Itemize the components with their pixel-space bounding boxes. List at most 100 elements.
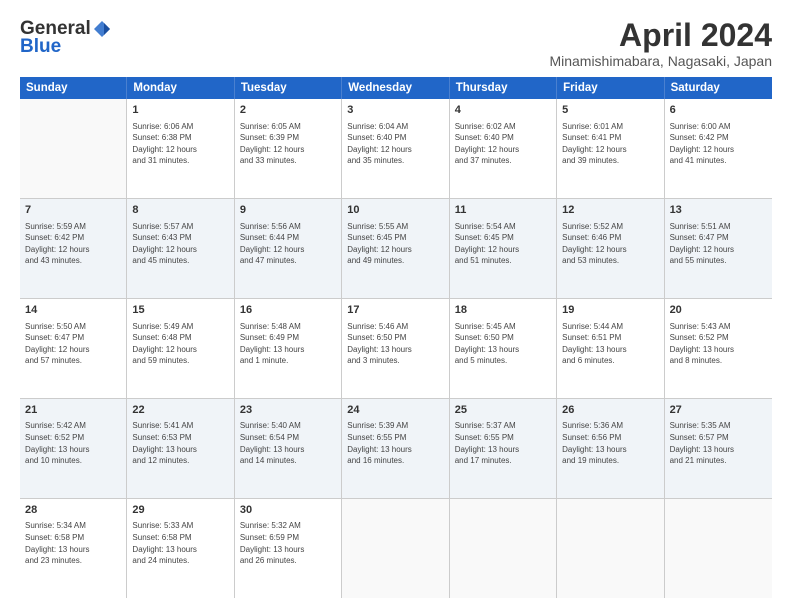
- calendar-row-4: 21Sunrise: 5:42 AMSunset: 6:52 PMDayligh…: [20, 399, 772, 499]
- calendar-cell: 4 Sunrise: 6:02 AMSunset: 6:40 PMDaylight…: [450, 99, 557, 198]
- day-info: Sunrise: 5:44 AMSunset: 6:51 PMDaylight:…: [562, 321, 658, 367]
- calendar-cell: 18 Sunrise: 5:45 AMSunset: 6:50 PMDayligh…: [450, 299, 557, 398]
- calendar-cell: 19 Sunrise: 5:44 AMSunset: 6:51 PMDayligh…: [557, 299, 664, 398]
- col-thursday: Thursday: [450, 77, 557, 99]
- calendar-cell: [20, 99, 127, 198]
- day-number: 28: [25, 503, 121, 518]
- day-number: 27: [670, 403, 767, 418]
- day-number: 13: [670, 203, 767, 218]
- calendar-cell: 30Sunrise: 5:32 AMSunset: 6:59 PMDayligh…: [235, 499, 342, 598]
- col-monday: Monday: [127, 77, 234, 99]
- calendar-cell: 21Sunrise: 5:42 AMSunset: 6:52 PMDayligh…: [20, 399, 127, 498]
- page-subtitle: Minamishimabara, Nagasaki, Japan: [549, 53, 772, 69]
- calendar-cell: 24 Sunrise: 5:39 AMSunset: 6:55 PMDayligh…: [342, 399, 449, 498]
- day-info: Sunrise: 6:06 AMSunset: 6:38 PMDaylight:…: [132, 121, 228, 167]
- calendar-row-2: 7 Sunrise: 5:59 AMSunset: 6:42 PMDaylight…: [20, 199, 772, 299]
- day-info: Sunrise: 5:51 AMSunset: 6:47 PMDaylight:…: [670, 221, 767, 267]
- day-number: 29: [132, 503, 228, 518]
- calendar-cell: 14Sunrise: 5:50 AMSunset: 6:47 PMDayligh…: [20, 299, 127, 398]
- day-number: 17: [347, 303, 443, 318]
- calendar-cell: 26 Sunrise: 5:36 AMSunset: 6:56 PMDayligh…: [557, 399, 664, 498]
- calendar-cell: 13 Sunrise: 5:51 AMSunset: 6:47 PMDayligh…: [665, 199, 772, 298]
- calendar-cell: 12 Sunrise: 5:52 AMSunset: 6:46 PMDayligh…: [557, 199, 664, 298]
- day-number: 18: [455, 303, 551, 318]
- day-number: 26: [562, 403, 658, 418]
- calendar-cell: 9 Sunrise: 5:56 AMSunset: 6:44 PMDaylight…: [235, 199, 342, 298]
- calendar-cell: 25 Sunrise: 5:37 AMSunset: 6:55 PMDayligh…: [450, 399, 557, 498]
- day-info: Sunrise: 5:55 AMSunset: 6:45 PMDaylight:…: [347, 221, 443, 267]
- day-number: 6: [670, 103, 767, 118]
- day-number: 2: [240, 103, 336, 118]
- day-info: Sunrise: 5:56 AMSunset: 6:44 PMDaylight:…: [240, 221, 336, 267]
- col-tuesday: Tuesday: [235, 77, 342, 99]
- day-number: 19: [562, 303, 658, 318]
- day-number: 8: [132, 203, 228, 218]
- day-info: Sunrise: 6:04 AMSunset: 6:40 PMDaylight:…: [347, 121, 443, 167]
- day-info: Sunrise: 5:37 AMSunset: 6:55 PMDaylight:…: [455, 420, 551, 466]
- calendar-cell: 20Sunrise: 5:43 AMSunset: 6:52 PMDayligh…: [665, 299, 772, 398]
- calendar-cell: 15Sunrise: 5:49 AMSunset: 6:48 PMDayligh…: [127, 299, 234, 398]
- day-number: 1: [132, 103, 228, 118]
- col-sunday: Sunday: [20, 77, 127, 99]
- title-block: April 2024 Minamishimabara, Nagasaki, Ja…: [549, 18, 772, 69]
- day-info: Sunrise: 5:52 AMSunset: 6:46 PMDaylight:…: [562, 221, 658, 267]
- calendar-cell: [665, 499, 772, 598]
- header: General Blue April 2024 Minamishimabara,…: [20, 18, 772, 69]
- day-number: 9: [240, 203, 336, 218]
- day-number: 12: [562, 203, 658, 218]
- day-info: Sunrise: 6:02 AMSunset: 6:40 PMDaylight:…: [455, 121, 551, 167]
- day-number: 22: [132, 403, 228, 418]
- day-number: 25: [455, 403, 551, 418]
- calendar-header: Sunday Monday Tuesday Wednesday Thursday…: [20, 77, 772, 99]
- calendar-cell: 2 Sunrise: 6:05 AMSunset: 6:39 PMDaylight…: [235, 99, 342, 198]
- calendar-cell: 27Sunrise: 5:35 AMSunset: 6:57 PMDayligh…: [665, 399, 772, 498]
- day-info: Sunrise: 5:59 AMSunset: 6:42 PMDaylight:…: [25, 221, 121, 267]
- calendar-cell: 17 Sunrise: 5:46 AMSunset: 6:50 PMDayligh…: [342, 299, 449, 398]
- day-number: 23: [240, 403, 336, 418]
- col-wednesday: Wednesday: [342, 77, 449, 99]
- calendar-cell: 3 Sunrise: 6:04 AMSunset: 6:40 PMDaylight…: [342, 99, 449, 198]
- calendar-cell: 7 Sunrise: 5:59 AMSunset: 6:42 PMDaylight…: [20, 199, 127, 298]
- day-info: Sunrise: 5:41 AMSunset: 6:53 PMDaylight:…: [132, 420, 228, 466]
- day-info: Sunrise: 6:05 AMSunset: 6:39 PMDaylight:…: [240, 121, 336, 167]
- calendar-cell: 5Sunrise: 6:01 AMSunset: 6:41 PMDaylight…: [557, 99, 664, 198]
- day-info: Sunrise: 5:54 AMSunset: 6:45 PMDaylight:…: [455, 221, 551, 267]
- day-info: Sunrise: 5:34 AMSunset: 6:58 PMDaylight:…: [25, 520, 121, 566]
- day-number: 5: [562, 103, 658, 118]
- day-number: 20: [670, 303, 767, 318]
- calendar: Sunday Monday Tuesday Wednesday Thursday…: [20, 77, 772, 598]
- day-info: Sunrise: 5:46 AMSunset: 6:50 PMDaylight:…: [347, 321, 443, 367]
- day-number: 4: [455, 103, 551, 118]
- day-number: 21: [25, 403, 121, 418]
- calendar-cell: 8 Sunrise: 5:57 AMSunset: 6:43 PMDaylight…: [127, 199, 234, 298]
- calendar-row-3: 14Sunrise: 5:50 AMSunset: 6:47 PMDayligh…: [20, 299, 772, 399]
- day-info: Sunrise: 5:49 AMSunset: 6:48 PMDaylight:…: [132, 321, 228, 367]
- day-info: Sunrise: 5:33 AMSunset: 6:58 PMDaylight:…: [132, 520, 228, 566]
- calendar-cell: 10 Sunrise: 5:55 AMSunset: 6:45 PMDayligh…: [342, 199, 449, 298]
- page: General Blue April 2024 Minamishimabara,…: [0, 0, 792, 612]
- day-number: 11: [455, 203, 551, 218]
- day-info: Sunrise: 5:50 AMSunset: 6:47 PMDaylight:…: [25, 321, 121, 367]
- calendar-cell: [342, 499, 449, 598]
- day-info: Sunrise: 5:36 AMSunset: 6:56 PMDaylight:…: [562, 420, 658, 466]
- day-info: Sunrise: 5:57 AMSunset: 6:43 PMDaylight:…: [132, 221, 228, 267]
- calendar-cell: 11 Sunrise: 5:54 AMSunset: 6:45 PMDayligh…: [450, 199, 557, 298]
- calendar-row-5: 28 Sunrise: 5:34 AMSunset: 6:58 PMDayligh…: [20, 499, 772, 598]
- day-info: Sunrise: 5:48 AMSunset: 6:49 PMDaylight:…: [240, 321, 336, 367]
- logo-blue: Blue: [20, 36, 61, 58]
- day-info: Sunrise: 5:32 AMSunset: 6:59 PMDaylight:…: [240, 520, 336, 566]
- calendar-row-1: 1 Sunrise: 6:06 AMSunset: 6:38 PMDaylight…: [20, 99, 772, 199]
- day-info: Sunrise: 5:39 AMSunset: 6:55 PMDaylight:…: [347, 420, 443, 466]
- day-number: 24: [347, 403, 443, 418]
- calendar-cell: 1 Sunrise: 6:06 AMSunset: 6:38 PMDaylight…: [127, 99, 234, 198]
- calendar-cell: [557, 499, 664, 598]
- col-saturday: Saturday: [665, 77, 772, 99]
- day-number: 3: [347, 103, 443, 118]
- day-info: Sunrise: 5:45 AMSunset: 6:50 PMDaylight:…: [455, 321, 551, 367]
- logo-icon: [92, 19, 112, 39]
- day-info: Sunrise: 6:00 AMSunset: 6:42 PMDaylight:…: [670, 121, 767, 167]
- day-number: 7: [25, 203, 121, 218]
- calendar-cell: [450, 499, 557, 598]
- day-number: 10: [347, 203, 443, 218]
- day-info: Sunrise: 5:40 AMSunset: 6:54 PMDaylight:…: [240, 420, 336, 466]
